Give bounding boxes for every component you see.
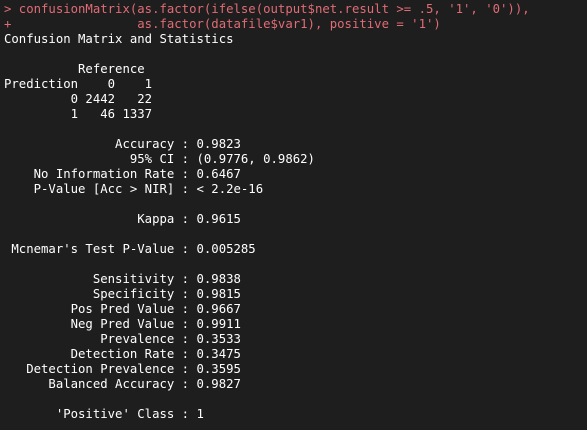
stat-pos-pred-value: Pos Pred Value : 0.9667: [4, 302, 241, 316]
stat-no-information-rate: No Information Rate : 0.6467: [4, 167, 241, 181]
output-blank: [4, 227, 584, 242]
output-blank: [4, 257, 584, 272]
stat-positive-class: 'Positive' Class : 1: [4, 407, 204, 421]
command-line-2: + as.factor(datafile$var1), positive = '…: [4, 17, 441, 31]
output-blank: [4, 392, 584, 407]
output-blank: [4, 122, 584, 137]
stat-prevalence: Prevalence : 0.3533: [4, 332, 241, 346]
matrix-row-1: 1 46 1337: [4, 107, 153, 121]
stat-accuracy: Accuracy : 0.9823: [4, 137, 241, 151]
output-blank: [4, 197, 584, 212]
stat-p-value: P-Value [Acc > NIR] : < 2.2e-16: [4, 182, 264, 196]
output-blank: [4, 47, 584, 62]
stat-specificity: Specificity : 0.9815: [4, 287, 241, 301]
stat-neg-pred-value: Neg Pred Value : 0.9911: [4, 317, 241, 331]
stat-detection-prevalence: Detection Prevalence : 0.3595: [4, 362, 241, 376]
stat-sensitivity: Sensitivity : 0.9838: [4, 272, 241, 286]
stat-detection-rate: Detection Rate : 0.3475: [4, 347, 241, 361]
stat-balanced-accuracy: Balanced Accuracy : 0.9827: [4, 377, 241, 391]
matrix-prediction-header: Prediction 0 1: [4, 77, 153, 91]
command-line-1: > confusionMatrix(as.factor(ifelse(outpu…: [4, 2, 530, 16]
matrix-reference-header: Reference: [4, 62, 145, 76]
matrix-row-0: 0 2442 22: [4, 92, 153, 106]
r-console[interactable]: > confusionMatrix(as.factor(ifelse(outpu…: [4, 2, 584, 422]
stat-mcnemar: Mcnemar's Test P-Value : 0.005285: [4, 242, 256, 256]
output-title: Confusion Matrix and Statistics: [4, 32, 234, 46]
stat-kappa: Kappa : 0.9615: [4, 212, 241, 226]
stat-95-ci: 95% CI : (0.9776, 0.9862): [4, 152, 315, 166]
